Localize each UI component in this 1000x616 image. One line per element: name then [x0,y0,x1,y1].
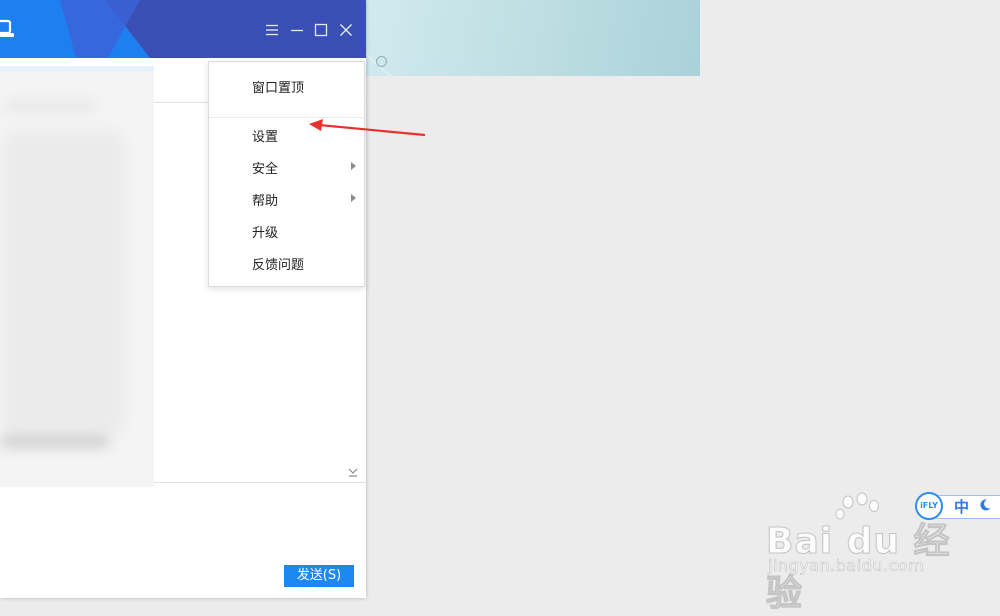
minimize-icon[interactable] [289,22,305,38]
menu-item-label: 反馈问题 [252,258,305,273]
main-menu-dropdown: 窗口置顶 设置 安全 帮助 升级 反馈问题 [208,61,365,287]
menu-item-label: 帮助 [252,194,279,209]
paw-logo-icon [835,492,879,520]
maximize-icon[interactable] [313,22,329,38]
watermark-url: jingyan.baidu.com [768,556,925,576]
menu-item-help[interactable]: 帮助 [209,184,364,212]
menu-item-label: 安全 [252,162,279,177]
menu-item-pin-window[interactable]: 窗口置顶 [209,71,364,99]
send-button[interactable]: 发送(S) [284,565,354,587]
ime-language-toggle[interactable]: 中 [954,496,969,517]
moon-icon[interactable] [978,498,992,512]
menu-item-security[interactable]: 安全 [209,152,364,180]
menu-item-upgrade[interactable]: 升级 [209,216,364,244]
submenu-arrow-icon [351,162,356,170]
blurred-content-panel [0,72,154,487]
ime-brand-badge[interactable]: iFLY [915,492,943,520]
title-bar[interactable] [0,0,366,58]
close-icon[interactable] [338,22,354,38]
watermark-logo-text: Bai du 经验 [766,521,951,615]
submenu-arrow-icon [351,194,356,202]
banner-decoration-arc [340,0,700,76]
annotation-arrow-icon [309,119,426,137]
banner-decoration-dot [376,56,387,67]
scroll-down-icon[interactable] [347,466,359,478]
menu-item-label: 窗口置顶 [252,81,305,96]
menu-icon[interactable] [264,22,280,38]
ime-toolbar[interactable]: iFLY 中 [915,492,1000,520]
input-area-divider [154,482,366,483]
menu-item-feedback[interactable]: 反馈问题 [209,248,364,276]
app-logo-icon [0,19,14,37]
menu-item-label: 设置 [252,130,279,145]
menu-item-label: 升级 [252,226,279,241]
